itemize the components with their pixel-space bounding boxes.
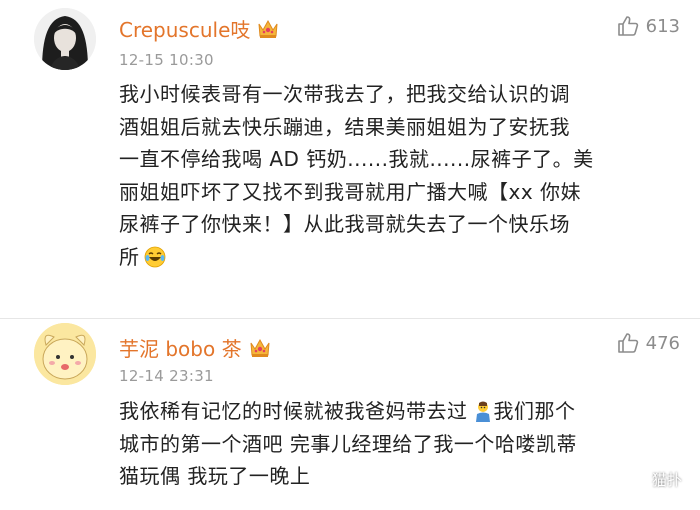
- thumbs-up-icon: [617, 16, 638, 36]
- like-button[interactable]: 613: [616, 14, 680, 38]
- username[interactable]: 芋泥 bobo 茶: [119, 333, 272, 362]
- like-button[interactable]: 476: [616, 331, 680, 355]
- thumbs-up-icon: [617, 333, 638, 353]
- wechat-icon: [623, 470, 646, 488]
- portrait-avatar-icon: [34, 8, 96, 70]
- comment-line: 城市的第一个酒吧 完事儿经理给了我一个哈喽凯蒂: [119, 431, 577, 456]
- shrug-emoji-icon: [475, 401, 490, 422]
- comment-line: 所: [119, 244, 140, 269]
- watermark-text: 猫扑: [651, 471, 682, 489]
- comment-line: 酒姐姐后就去快乐蹦迪，结果美丽姐姐为了安抚我: [119, 114, 570, 139]
- laughing-crying-emoji-icon: [144, 246, 165, 267]
- comment-item: 芋泥 bobo 茶 12-14 23:31 476 我依稀有记忆的时候就被我爸妈…: [0, 319, 700, 510]
- username-text[interactable]: Crepuscule吱: [119, 14, 250, 43]
- cardcaptor-avatar-icon: [34, 323, 96, 385]
- comment-line-first: 我依稀有记忆的时候就被我爸妈带去过 我们那个: [119, 395, 681, 428]
- username[interactable]: Crepuscule吱: [119, 14, 280, 43]
- user-avatar[interactable]: [34, 323, 96, 385]
- comment-text: 我依稀有记忆的时候就被我爸妈带去过 我们那个 城市的第一个酒吧 完事儿经理给了我…: [119, 395, 681, 493]
- comment-line: 丽姐姐吓坏了又找不到我哥就用广播大喊【xx 你妹: [119, 179, 582, 204]
- comment-item: Crepuscule吱 12-15 10:30 613 我小时候表哥有一次带我去…: [0, 0, 700, 318]
- username-text[interactable]: 芋泥 bobo 茶: [119, 333, 242, 362]
- like-count: 476: [645, 332, 680, 354]
- watermark: 猫扑: [623, 469, 682, 490]
- comment-line: 尿裤子了你快来！】从此我哥就失去了一个快乐场: [119, 212, 570, 236]
- comment-text: 我小时候表哥有一次带我去了，把我交给认识的调 酒姐姐后就去快乐蹦迪，结果美丽姐姐…: [119, 78, 681, 273]
- like-count: 613: [645, 15, 680, 37]
- crown-icon: [258, 19, 278, 38]
- crown-icon: [250, 338, 270, 357]
- comments-page: Crepuscule吱 12-15 10:30 613 我小时候表哥有一次带我去…: [0, 0, 700, 510]
- comment-line: 我小时候表哥有一次带我去了，把我交给认识的调: [119, 82, 570, 106]
- comment-line: 一直不停给我喝 AD 钙奶......我就......尿裤子了。美: [119, 147, 594, 171]
- comment-line-last: 所: [119, 241, 681, 274]
- comment-line: 我依稀有记忆的时候就被我爸妈带去过: [119, 399, 468, 423]
- comment-line: 我们那个: [493, 399, 576, 423]
- timestamp: 12-14 23:31: [119, 367, 214, 385]
- comment-line: 猫玩偶 我玩了一晚上: [119, 464, 311, 488]
- timestamp: 12-15 10:30: [119, 51, 214, 69]
- user-avatar[interactable]: [34, 8, 96, 70]
